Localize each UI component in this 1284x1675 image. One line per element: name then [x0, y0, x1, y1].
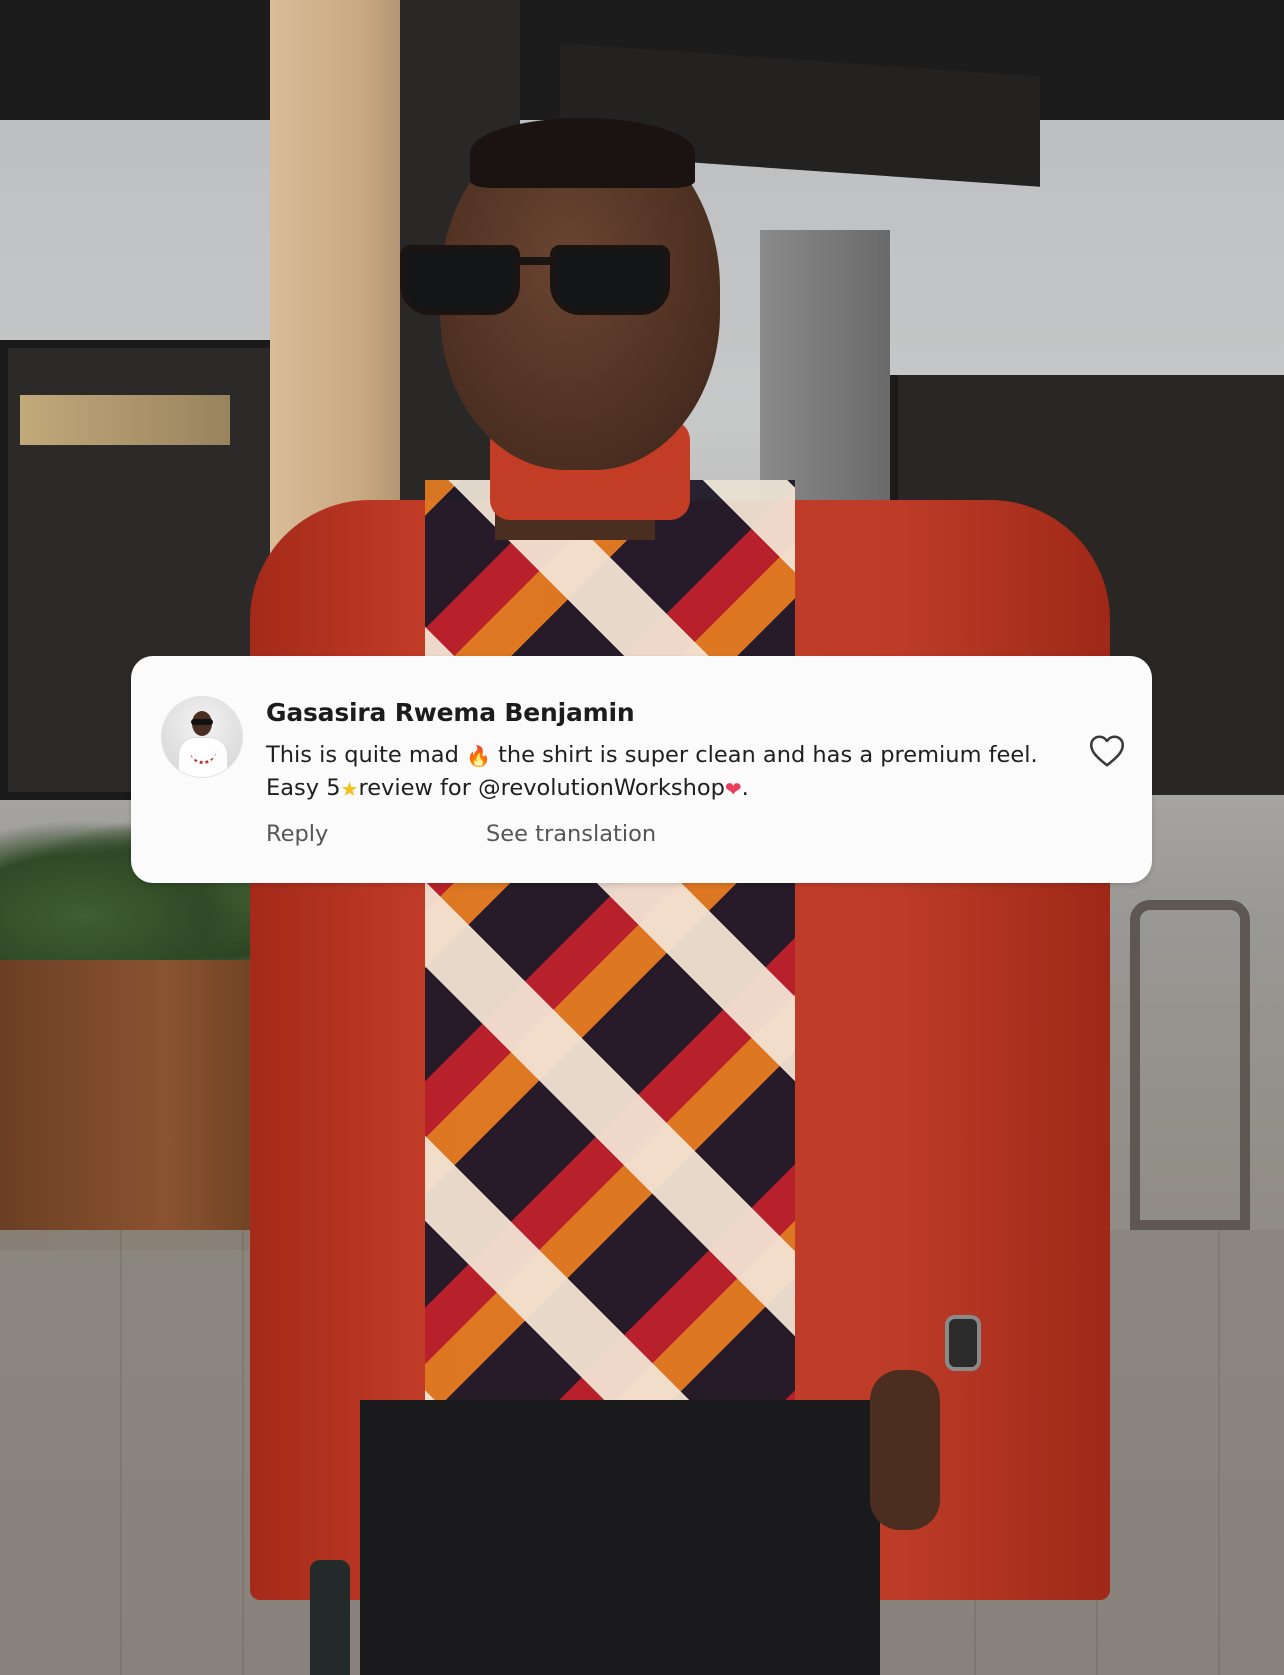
comment-text-part2: the shirt is super clean and has a premi…: [490, 742, 1038, 768]
phone-in-hand: [310, 1560, 350, 1675]
hair: [470, 118, 695, 188]
wristwatch: [945, 1315, 981, 1371]
comment-text-part3: Easy 5: [266, 775, 341, 801]
comment-author[interactable]: Gasasira Rwema Benjamin: [266, 698, 635, 727]
glasses-bridge: [515, 257, 555, 265]
patterned-shirt-panel: [425, 480, 795, 1560]
star-emoji-icon: ★: [340, 776, 359, 801]
left-window-light: [20, 395, 230, 445]
comment-text-part1: This is quite mad: [266, 742, 467, 768]
wooden-planter: [0, 960, 280, 1250]
sunglasses: [400, 245, 685, 315]
comment-card: Gasasira Rwema Benjamin This is quite ma…: [131, 656, 1152, 883]
hand-in-pocket: [870, 1370, 940, 1530]
right-lens: [550, 245, 670, 315]
see-translation-button[interactable]: See translation: [486, 821, 656, 847]
comment-text-part5: .: [741, 775, 749, 801]
comment-text-part4[interactable]: review for @revolutionWorkshop: [358, 775, 724, 801]
black-pants: [360, 1400, 880, 1675]
reply-button[interactable]: Reply: [266, 821, 328, 847]
comment-text: This is quite mad 🔥 the shirt is super c…: [266, 739, 1056, 805]
heart-outline-icon[interactable]: [1089, 734, 1125, 768]
heart-emoji-icon: ❤: [724, 776, 742, 801]
fire-emoji-icon: 🔥: [466, 743, 491, 768]
avatar-glasses: [191, 719, 213, 725]
avatar[interactable]: [161, 696, 243, 778]
man-in-red-shirt: [250, 118, 1150, 1675]
left-lens: [400, 245, 520, 315]
